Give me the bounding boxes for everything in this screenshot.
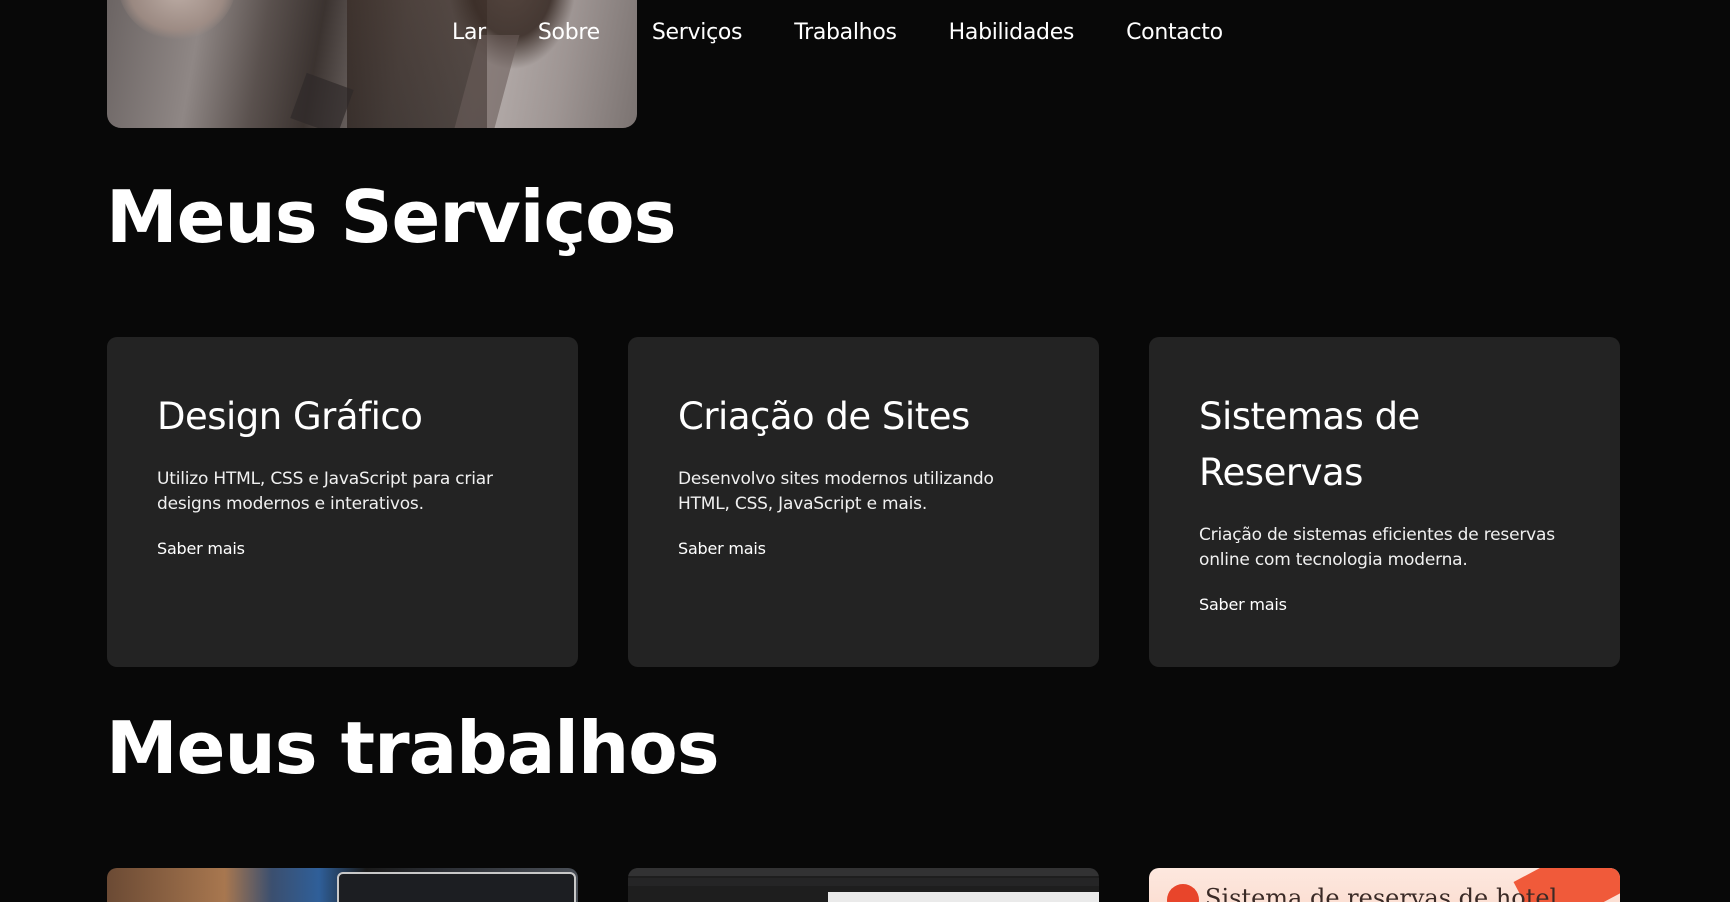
service-card-sites: Criação de Sites Desenvolvo sites modern… xyxy=(628,337,1099,667)
service-card-title: Sistemas de Reservas xyxy=(1199,395,1420,494)
nav-link-sobre[interactable]: Sobre xyxy=(538,16,600,50)
photo-detail xyxy=(290,72,354,128)
service-card-description: Desenvolvo sites modernos utilizando HTM… xyxy=(678,469,994,514)
service-card-design: Design Gráfico Utilizo HTML, CSS e JavaS… xyxy=(107,337,578,667)
portfolio-page: Lar Sobre Serviços Trabalhos Habilidades… xyxy=(0,0,1730,902)
editor-tabs xyxy=(628,878,1099,886)
services-heading: Meus Serviços xyxy=(106,175,676,259)
work-thumbnail-3[interactable]: Sistema de reservas de hotel xyxy=(1149,868,1620,902)
saber-mais-link[interactable]: Saber mais xyxy=(678,539,766,558)
work-thumbnail-2[interactable] xyxy=(628,868,1099,902)
saber-mais-link[interactable]: Saber mais xyxy=(1199,595,1287,614)
service-card-title: Design Gráfico xyxy=(157,395,423,438)
editor-panel xyxy=(628,892,828,902)
service-card-description: Criação de sistemas eficientes de reserv… xyxy=(1199,525,1555,570)
editor-preview xyxy=(828,892,1099,902)
nav-link-contacto[interactable]: Contacto xyxy=(1126,16,1223,50)
nav-link-lar[interactable]: Lar xyxy=(452,16,486,50)
laptop-screen-image xyxy=(337,872,576,902)
services-cards: Design Gráfico Utilizo HTML, CSS e JavaS… xyxy=(107,337,1620,667)
nav-link-habilidades[interactable]: Habilidades xyxy=(949,16,1075,50)
work-caption: Sistema de reservas de hotel xyxy=(1205,884,1558,902)
service-card-title: Criação de Sites xyxy=(678,395,970,438)
nav-link-trabalhos[interactable]: Trabalhos xyxy=(794,16,897,50)
photo-detail xyxy=(117,0,237,40)
hotel-logo-icon xyxy=(1167,884,1199,902)
works-heading: Meus trabalhos xyxy=(106,706,720,790)
editor-titlebar xyxy=(628,868,1099,876)
saber-mais-link[interactable]: Saber mais xyxy=(157,539,245,558)
service-card-description: Utilizo HTML, CSS e JavaScript para cria… xyxy=(157,469,493,514)
work-thumbnail-1[interactable] xyxy=(107,868,578,902)
works-grid: Sistema de reservas de hotel xyxy=(107,868,1620,902)
nav-link-servicos[interactable]: Serviços xyxy=(652,16,743,50)
service-card-reservas: Sistemas de Reservas Criação de sistemas… xyxy=(1149,337,1620,667)
main-nav: Lar Sobre Serviços Trabalhos Habilidades… xyxy=(452,16,1275,50)
